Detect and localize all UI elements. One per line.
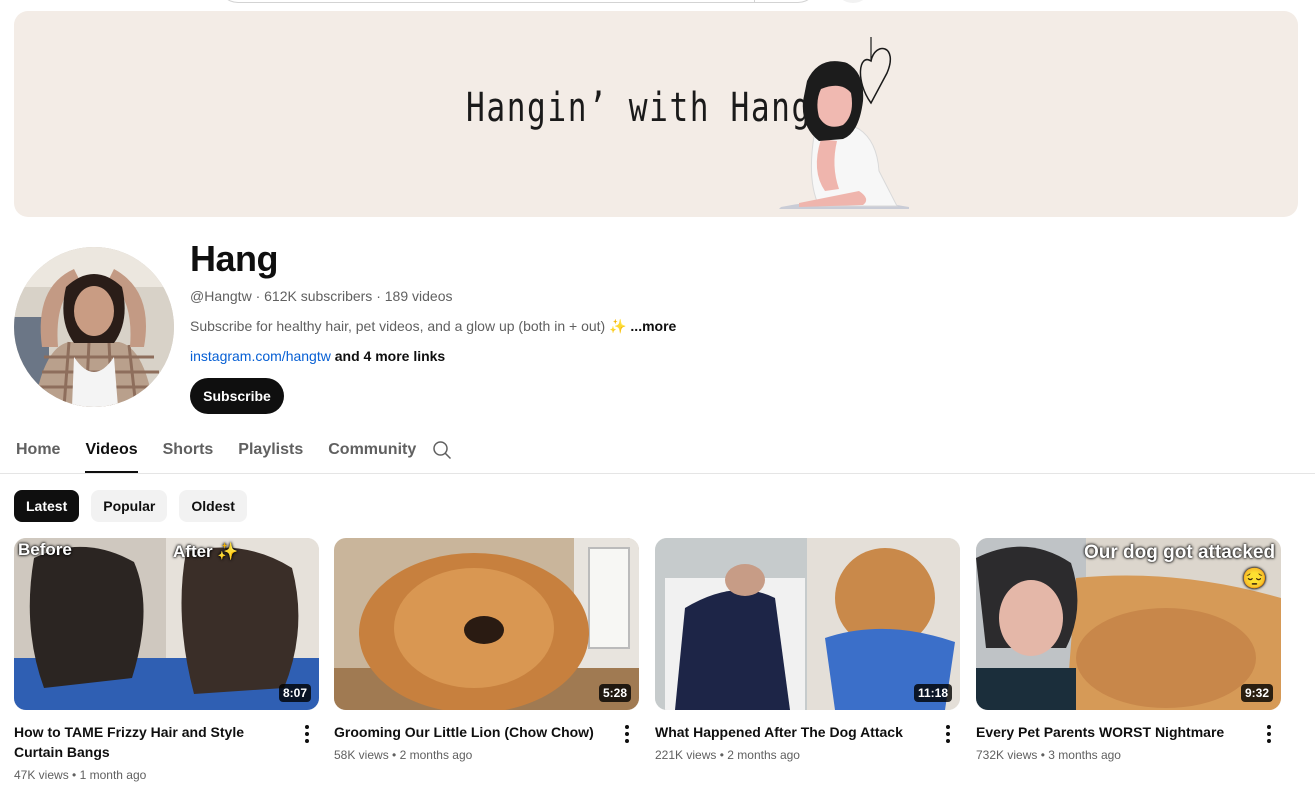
sort-chips: Latest Popular Oldest bbox=[14, 490, 247, 522]
video-title[interactable]: How to TAME Frizzy Hair and Style Curtai… bbox=[14, 722, 284, 762]
banner-illustration bbox=[779, 37, 909, 209]
more-options-icon[interactable] bbox=[940, 724, 956, 744]
video-duration: 5:28 bbox=[598, 684, 631, 702]
subscriber-count: 612K subscribers bbox=[264, 288, 373, 304]
thumbnail-caption: Our dog got attacked bbox=[1084, 542, 1276, 563]
channel-meta: @Hangtw · 612K subscribers · 189 videos bbox=[190, 288, 452, 304]
description-text: Subscribe for healthy hair, pet videos, … bbox=[190, 318, 627, 334]
search-icon[interactable] bbox=[432, 440, 452, 460]
avatar-image bbox=[14, 247, 174, 407]
video-duration: 9:32 bbox=[1240, 684, 1273, 702]
chip-popular[interactable]: Popular bbox=[91, 490, 168, 522]
tab-videos[interactable]: Videos bbox=[85, 427, 138, 473]
more-options-icon[interactable] bbox=[1261, 724, 1277, 744]
thumbnail-caption-before: Before bbox=[18, 540, 72, 559]
thumbnail-image bbox=[334, 538, 639, 710]
video-thumbnail[interactable]: 11:18 bbox=[655, 538, 960, 710]
video-views: 47K views bbox=[14, 768, 69, 782]
channel-name: Hang bbox=[190, 238, 279, 279]
channel-avatar[interactable] bbox=[14, 247, 174, 407]
thumbnail-caption-after: After ✨ bbox=[173, 542, 239, 561]
description-more-button[interactable]: ...more bbox=[630, 318, 676, 334]
tab-community[interactable]: Community bbox=[328, 427, 416, 473]
meta-separator: • bbox=[1040, 748, 1045, 762]
video-duration: 11:18 bbox=[913, 684, 952, 702]
channel-tabs: Home Videos Shorts Playlists Community bbox=[16, 427, 441, 473]
meta-separator: • bbox=[719, 748, 724, 762]
video-title[interactable]: Every Pet Parents WORST Nightmare bbox=[976, 722, 1246, 742]
video-views: 732K views bbox=[976, 748, 1038, 762]
video-duration: 8:07 bbox=[278, 684, 311, 702]
thumbnail-emoji: 😔 bbox=[1242, 568, 1267, 590]
video-meta: 221K views • 2 months ago bbox=[655, 748, 800, 762]
voice-search-button[interactable] bbox=[838, 0, 868, 3]
video-age: 2 months ago bbox=[399, 748, 473, 762]
video-meta: 47K views • 1 month ago bbox=[14, 768, 146, 782]
channel-handle: @Hangtw bbox=[190, 288, 252, 304]
video-count: 189 videos bbox=[384, 288, 453, 304]
chip-latest[interactable]: Latest bbox=[14, 490, 80, 522]
search-bar[interactable] bbox=[218, 0, 818, 3]
tab-shorts[interactable]: Shorts bbox=[163, 427, 214, 473]
video-title[interactable]: What Happened After The Dog Attack bbox=[655, 722, 925, 742]
video-thumbnail[interactable]: 5:28 bbox=[334, 538, 639, 710]
tab-playlists[interactable]: Playlists bbox=[238, 427, 303, 473]
video-card[interactable]: Before After ✨ 8:07 How to TAME Frizzy H… bbox=[14, 538, 319, 782]
video-views: 221K views bbox=[655, 748, 717, 762]
video-thumbnail[interactable]: Before After ✨ 8:07 bbox=[14, 538, 319, 710]
video-card[interactable]: 11:18 What Happened After The Dog Attack… bbox=[655, 538, 960, 762]
video-age: 2 months ago bbox=[727, 748, 800, 762]
meta-separator: • bbox=[392, 748, 397, 762]
video-meta: 58K views • 2 months ago bbox=[334, 748, 472, 762]
video-card[interactable]: 5:28 Grooming Our Little Lion (Chow Chow… bbox=[334, 538, 639, 762]
video-thumbnail[interactable]: Our dog got attacked 😔 9:32 bbox=[976, 538, 1281, 710]
subscribe-button[interactable]: Subscribe bbox=[190, 378, 284, 414]
more-options-icon[interactable] bbox=[619, 724, 635, 744]
video-age: 3 months ago bbox=[1048, 748, 1121, 762]
meta-separator: · bbox=[376, 288, 381, 304]
meta-separator: · bbox=[255, 288, 261, 304]
tabs-divider bbox=[0, 473, 1315, 474]
thumbnail-image bbox=[14, 538, 319, 710]
search-divider bbox=[754, 0, 755, 3]
video-views: 58K views bbox=[334, 748, 389, 762]
channel-links: instagram.com/hangtw and 4 more links bbox=[190, 348, 445, 364]
more-options-icon[interactable] bbox=[299, 724, 315, 744]
channel-description[interactable]: Subscribe for healthy hair, pet videos, … bbox=[190, 318, 676, 335]
tab-home[interactable]: Home bbox=[16, 427, 60, 473]
instagram-link[interactable]: instagram.com/hangtw bbox=[190, 348, 331, 364]
video-card[interactable]: Our dog got attacked 😔 9:32 Every Pet Pa… bbox=[976, 538, 1281, 762]
chip-oldest[interactable]: Oldest bbox=[179, 490, 247, 522]
channel-banner: Hangin’ with Hang bbox=[14, 11, 1298, 217]
more-links-button[interactable]: and 4 more links bbox=[335, 348, 445, 364]
video-meta: 732K views • 3 months ago bbox=[976, 748, 1121, 762]
video-age: 1 month ago bbox=[79, 768, 147, 782]
meta-separator: • bbox=[72, 768, 77, 782]
video-title[interactable]: Grooming Our Little Lion (Chow Chow) bbox=[334, 722, 604, 742]
